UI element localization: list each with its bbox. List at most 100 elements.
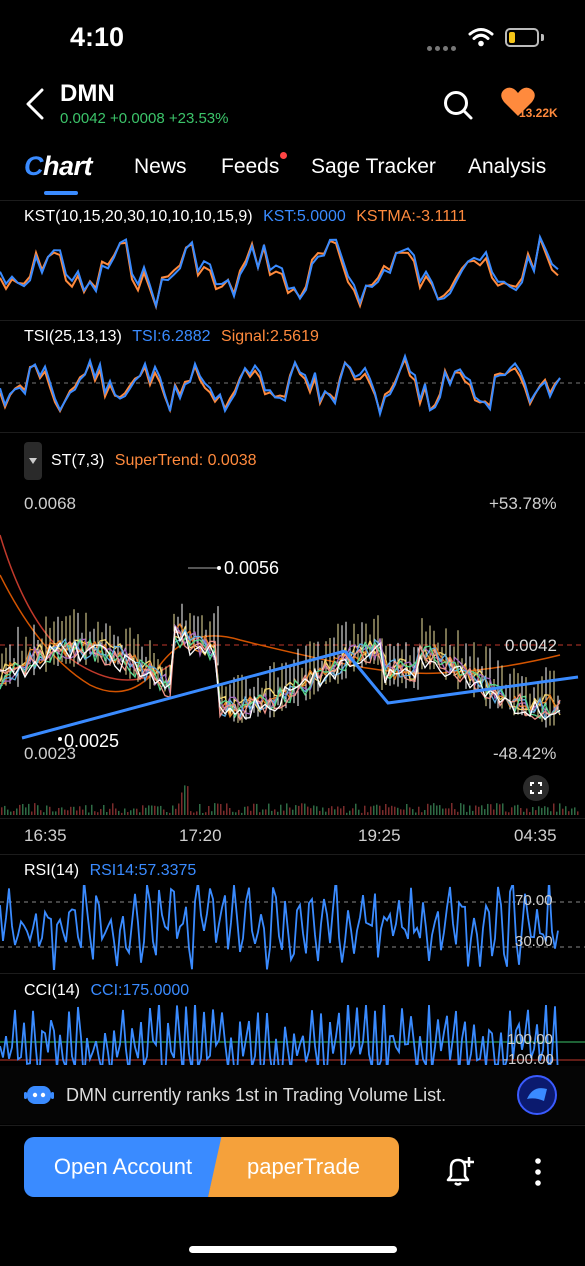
volume-bar (445, 808, 447, 815)
volume-bar (37, 805, 39, 815)
volume-bar (49, 806, 51, 815)
tab-sage-tracker[interactable]: Sage Tracker (311, 155, 436, 179)
tab-feeds[interactable]: Feeds (221, 155, 279, 179)
volume-bar (466, 811, 468, 815)
rsi-upper-label: 70.00 (515, 892, 553, 909)
volume-bar (322, 807, 324, 815)
open-account-button[interactable]: Open Account (24, 1137, 222, 1197)
volume-bar (385, 804, 387, 815)
more-options-icon[interactable] (533, 1157, 543, 1187)
volume-bar (544, 806, 546, 815)
volume-bar (529, 812, 531, 815)
back-arrow-icon[interactable] (24, 88, 46, 120)
volume-bar (43, 812, 45, 815)
volume-bar (205, 812, 207, 815)
volume-bar (502, 803, 504, 815)
volume-bar (241, 812, 243, 815)
volume-bar (301, 803, 303, 815)
volume-bar (175, 808, 177, 815)
volume-bar (547, 807, 549, 815)
volume-bar (268, 803, 270, 815)
volume-bar (400, 809, 402, 815)
tab-analysis[interactable]: Analysis (468, 155, 546, 179)
volume-bar (532, 807, 534, 815)
volume-bar (166, 812, 168, 815)
indicator-collapse-toggle[interactable] (24, 442, 42, 480)
volume-bar (79, 806, 81, 815)
tab-chart[interactable]: Chart (24, 151, 93, 182)
tab-news[interactable]: News (134, 155, 187, 179)
volume-bar (202, 813, 204, 815)
trough-marker-dot (58, 737, 62, 741)
volume-bar (361, 812, 363, 815)
volume-bar (379, 805, 381, 815)
moving-average-line (0, 622, 561, 719)
add-alert-bell-icon[interactable] (441, 1153, 477, 1189)
volume-bar (151, 805, 153, 815)
volume-bar (124, 808, 126, 815)
volume-bar (439, 805, 441, 815)
divider (0, 320, 585, 321)
volume-bar (46, 805, 48, 815)
volume-bar (403, 809, 405, 815)
volume-bar (70, 806, 72, 815)
volume-bar (511, 807, 513, 815)
volume-bar (568, 811, 570, 815)
volume-bar (367, 812, 369, 815)
volume-bar (316, 806, 318, 815)
volume-bar (208, 806, 210, 815)
volume-bar (307, 806, 309, 815)
tsi-line (0, 352, 561, 418)
divider (0, 973, 585, 974)
volume-bar (196, 811, 198, 815)
favorite-count: 13.22K (519, 106, 558, 120)
battery-cap (541, 34, 544, 41)
volume-bar (496, 803, 498, 815)
high-pct-label: +53.78% (489, 494, 557, 513)
search-icon[interactable] (442, 89, 474, 121)
volume-bar (577, 811, 579, 815)
volume-bar (58, 808, 60, 815)
volume-bar (217, 803, 219, 815)
rank-badge-icon[interactable] (517, 1075, 557, 1115)
volume-bar (451, 803, 453, 815)
wifi-icon (468, 28, 494, 47)
supertrend-value: SuperTrend: 0.0038 (114, 452, 257, 469)
volume-bar (550, 811, 552, 815)
volume-bar (355, 803, 357, 815)
moving-average-lines (0, 622, 561, 722)
volume-bar (559, 803, 561, 815)
cci-header: CCI(14) CCI:175.0000 (24, 982, 189, 1000)
volume-bar (358, 809, 360, 815)
paper-trade-button[interactable]: paperTrade (208, 1137, 399, 1197)
volume-bar (505, 811, 507, 815)
volume-bar (442, 808, 444, 815)
volume-bar (274, 809, 276, 815)
rsi-lower-label: 30.00 (515, 933, 553, 950)
volume-bar (508, 812, 510, 815)
kst-chart (0, 233, 559, 311)
divider (0, 432, 585, 433)
volume-bar (1, 807, 3, 815)
price-chart[interactable] (0, 515, 585, 820)
volume-bar (262, 809, 264, 815)
volume-bar (157, 806, 159, 815)
volume-bar (55, 811, 57, 815)
volume-bar (112, 803, 114, 815)
volume-bar (421, 812, 423, 815)
fullscreen-icon[interactable] (523, 775, 549, 801)
volume-bar (286, 803, 288, 815)
candle-wicks (1, 603, 559, 728)
volume-bar (412, 809, 414, 815)
kst-line (0, 233, 559, 310)
rsi-line (0, 885, 559, 970)
signal-icon (427, 38, 459, 56)
volume-bar (565, 806, 567, 815)
volume-bar (223, 810, 225, 815)
trough-price-marker: 0.0025 (64, 731, 120, 751)
volume-bar (343, 806, 345, 815)
volume-bar (256, 803, 258, 815)
volume-bar (184, 785, 186, 815)
volume-bar (259, 812, 261, 815)
cci-line (0, 1005, 559, 1065)
